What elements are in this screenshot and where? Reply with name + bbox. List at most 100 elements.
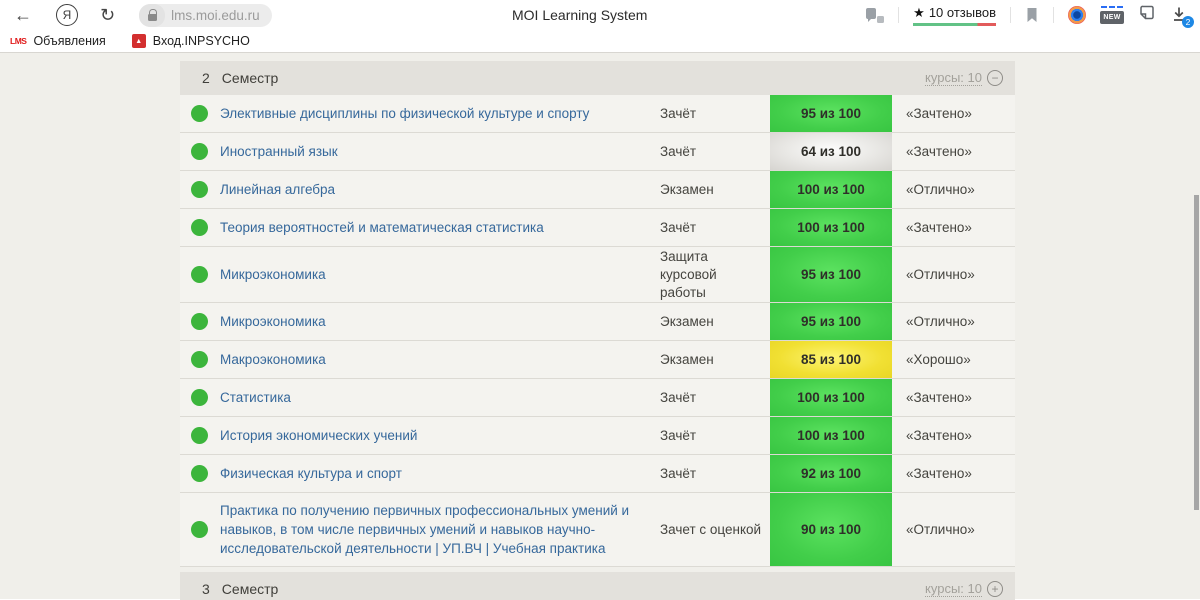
grade-text: «Зачтено» [906,144,972,159]
grade-text: «Зачтено» [906,428,972,443]
bookmark-item-announcements[interactable]: LMS Объявления [10,34,106,48]
table-row: Статистика Зачёт 100 из 100 «Зачтено» [180,379,1015,417]
course-link[interactable]: История экономических учений [220,418,660,453]
exam-type: Зачет с оценкой [660,521,762,537]
course-link[interactable]: Микроэкономика [220,257,660,292]
course-link[interactable]: Статистика [220,380,660,415]
score-value: 85 из 100 [800,352,862,367]
secure-lock-badge[interactable] [139,3,166,27]
exam-type: Защита курсовой работы [660,248,717,300]
courses-count-link[interactable]: курсы: 10 [925,581,982,597]
extension-icon[interactable] [1068,6,1086,24]
table-row: Микроэкономика Экзамен 95 из 100 «Отличн… [180,303,1015,341]
grade-text: «Отлично» [906,267,975,282]
back-icon[interactable]: ← [14,6,32,24]
score-value: 100 из 100 [797,428,865,443]
score-value: 100 из 100 [797,390,865,405]
table-row: Линейная алгебра Экзамен 100 из 100 «Отл… [180,171,1015,209]
lms-favicon: LMS [10,36,27,46]
score-value: 64 из 100 [800,144,862,159]
course-status-dot [191,427,208,444]
score-cell: 95 из 100 [770,95,892,132]
course-link[interactable]: Физическая культура и спорт [220,456,660,491]
exam-type: Зачёт [660,143,697,159]
grade-text: «Хорошо» [906,352,971,367]
course-link[interactable]: Практика по получению первичных професси… [220,493,660,566]
course-link[interactable]: Макроэкономика [220,342,660,377]
bookmark-flag-icon[interactable] [1025,7,1039,23]
toolbar-divider [898,7,900,23]
score-value: 90 из 100 [800,522,862,537]
score-cell: 85 из 100 [770,341,892,378]
collections-icon[interactable] [1138,4,1156,26]
new-tab-extension-icon[interactable]: NEW [1100,6,1124,24]
site-rating-widget[interactable]: ★ 10 отзывов [913,5,996,26]
bookmark-item-inpsycho[interactable]: ▲ Вход.INPSYCHO [131,34,250,48]
score-cell: 100 из 100 [770,417,892,454]
semester-title: Семестр [221,581,279,597]
score-cell: 90 из 100 [770,493,892,566]
exam-type: Экзамен [660,351,714,367]
course-status-dot [191,266,208,283]
address-bar[interactable]: lms.moi.edu.ru [139,3,272,27]
exam-type: Зачёт [660,465,697,481]
table-row: История экономических учений Зачёт 100 и… [180,417,1015,455]
exam-type: Экзамен [660,181,714,197]
lock-icon [147,8,158,21]
score-value: 100 из 100 [797,182,865,197]
grade-text: «Отлично» [906,522,975,537]
table-row: Иностранный язык Зачёт 64 из 100 «Зачтен… [180,133,1015,171]
table-row: Практика по получению первичных професси… [180,493,1015,567]
exam-type: Экзамен [660,313,714,329]
grade-text: «Зачтено» [906,106,972,121]
course-link[interactable]: Теория вероятностей и математическая ста… [220,210,660,245]
refresh-icon[interactable]: ↻ [100,6,115,24]
table-row: Теория вероятностей и математическая ста… [180,209,1015,247]
downloads-icon[interactable]: 2 [1170,5,1194,28]
course-status-dot [191,521,208,538]
page-title: MOI Learning System [512,7,648,23]
courses-count-link[interactable]: курсы: 10 [925,70,982,86]
score-value: 92 из 100 [800,466,862,481]
grades-table: 2 Семестр курсы: 10 − Элективные дисципл… [180,61,1015,600]
semester-section-header: 3 Семестр курсы: 10 + [180,572,1015,600]
course-link[interactable]: Элективные дисциплины по физической куль… [220,96,660,131]
exam-type: Зачёт [660,389,697,405]
exam-type: Зачёт [660,219,697,235]
semester-title: Семестр [221,70,279,86]
course-link[interactable]: Иностранный язык [220,134,660,169]
course-status-dot [191,181,208,198]
table-row: Макроэкономика Экзамен 85 из 100 «Хорошо… [180,341,1015,379]
score-cell: 95 из 100 [770,303,892,340]
grade-text: «Зачтено» [906,220,972,235]
bookmarks-bar: LMS Объявления ▲ Вход.INPSYCHO [0,30,1200,53]
table-row: Микроэкономика Защита курсовой работы 95… [180,247,1015,303]
collapse-section-icon[interactable]: − [987,70,1003,86]
reviews-count-label[interactable]: 10 отзывов [929,5,996,20]
semester-number: 2 [202,70,210,86]
score-value: 100 из 100 [797,220,865,235]
expand-section-icon[interactable]: + [987,581,1003,597]
bookmark-label: Вход.INPSYCHO [152,34,250,48]
dashed-top-icon [1101,6,1123,8]
toolbar-right-icons: ★ 10 отзывов NEW 2 [866,4,1194,28]
score-cell: 100 из 100 [770,209,892,246]
yandex-browser-icon[interactable]: Я [56,4,78,26]
score-value: 95 из 100 [800,267,862,282]
course-status-dot [191,313,208,330]
browser-toolbar: ← Я ↻ lms.moi.edu.ru MOI Learning System… [0,0,1200,30]
course-link[interactable]: Линейная алгебра [220,172,660,207]
site-reviews-icon[interactable] [866,7,885,23]
grade-text: «Отлично» [906,182,975,197]
url-text[interactable]: lms.moi.edu.ru [171,8,260,23]
vertical-scrollbar[interactable] [1194,195,1199,510]
course-status-dot [191,219,208,236]
exam-type: Зачёт [660,105,697,121]
exam-type: Зачёт [660,427,697,443]
table-row: Физическая культура и спорт Зачёт 92 из … [180,455,1015,493]
score-cell: 100 из 100 [770,379,892,416]
semester-section-header: 2 Семестр курсы: 10 − [180,61,1015,95]
rating-bar [913,22,996,26]
course-link[interactable]: Микроэкономика [220,304,660,339]
course-status-dot [191,143,208,160]
